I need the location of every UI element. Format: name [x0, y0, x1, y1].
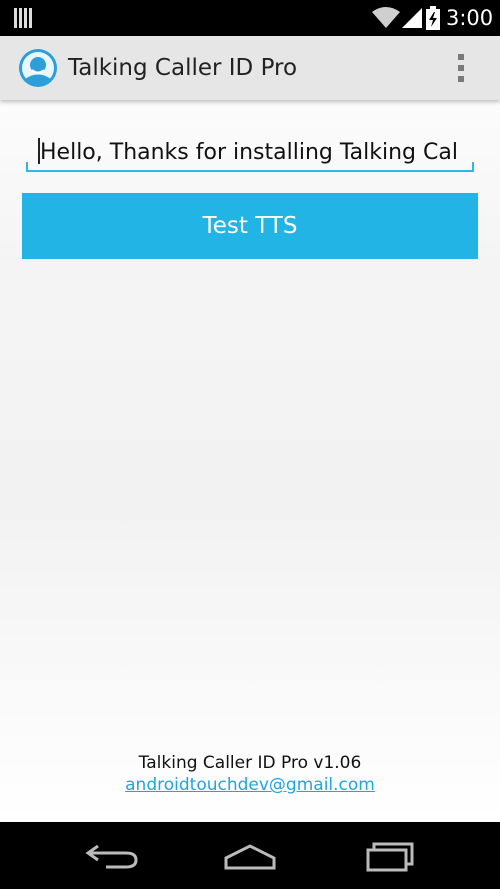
test-tts-button[interactable]: Test TTS [22, 193, 478, 259]
status-bar: 3:00 [0, 0, 500, 36]
status-time: 3:00 [446, 6, 494, 30]
version-label: Talking Caller ID Pro v1.06 [138, 753, 362, 773]
notification-icon [14, 8, 34, 28]
action-bar: Talking Caller ID Pro [0, 36, 500, 100]
tts-text-field[interactable] [26, 134, 474, 174]
wifi-icon [372, 7, 400, 28]
email-link[interactable]: androidtouchdev@gmail.com [125, 774, 375, 796]
navigation-bar [0, 822, 500, 889]
tts-input[interactable] [26, 134, 474, 170]
overflow-menu-icon[interactable] [448, 50, 474, 86]
battery-charging-icon [426, 6, 440, 30]
back-icon[interactable] [82, 838, 142, 874]
home-icon[interactable] [220, 838, 280, 874]
app-content: Talking Caller ID Pro Test TTS Talking C… [0, 36, 500, 822]
footer: Talking Caller ID Pro v1.06 androidtouch… [0, 752, 500, 796]
signal-icon [402, 8, 422, 28]
avatar-icon[interactable] [18, 48, 58, 88]
input-underline [26, 170, 474, 172]
text-cursor [38, 138, 40, 164]
app-title: Talking Caller ID Pro [68, 55, 298, 81]
recents-icon[interactable] [360, 838, 420, 874]
